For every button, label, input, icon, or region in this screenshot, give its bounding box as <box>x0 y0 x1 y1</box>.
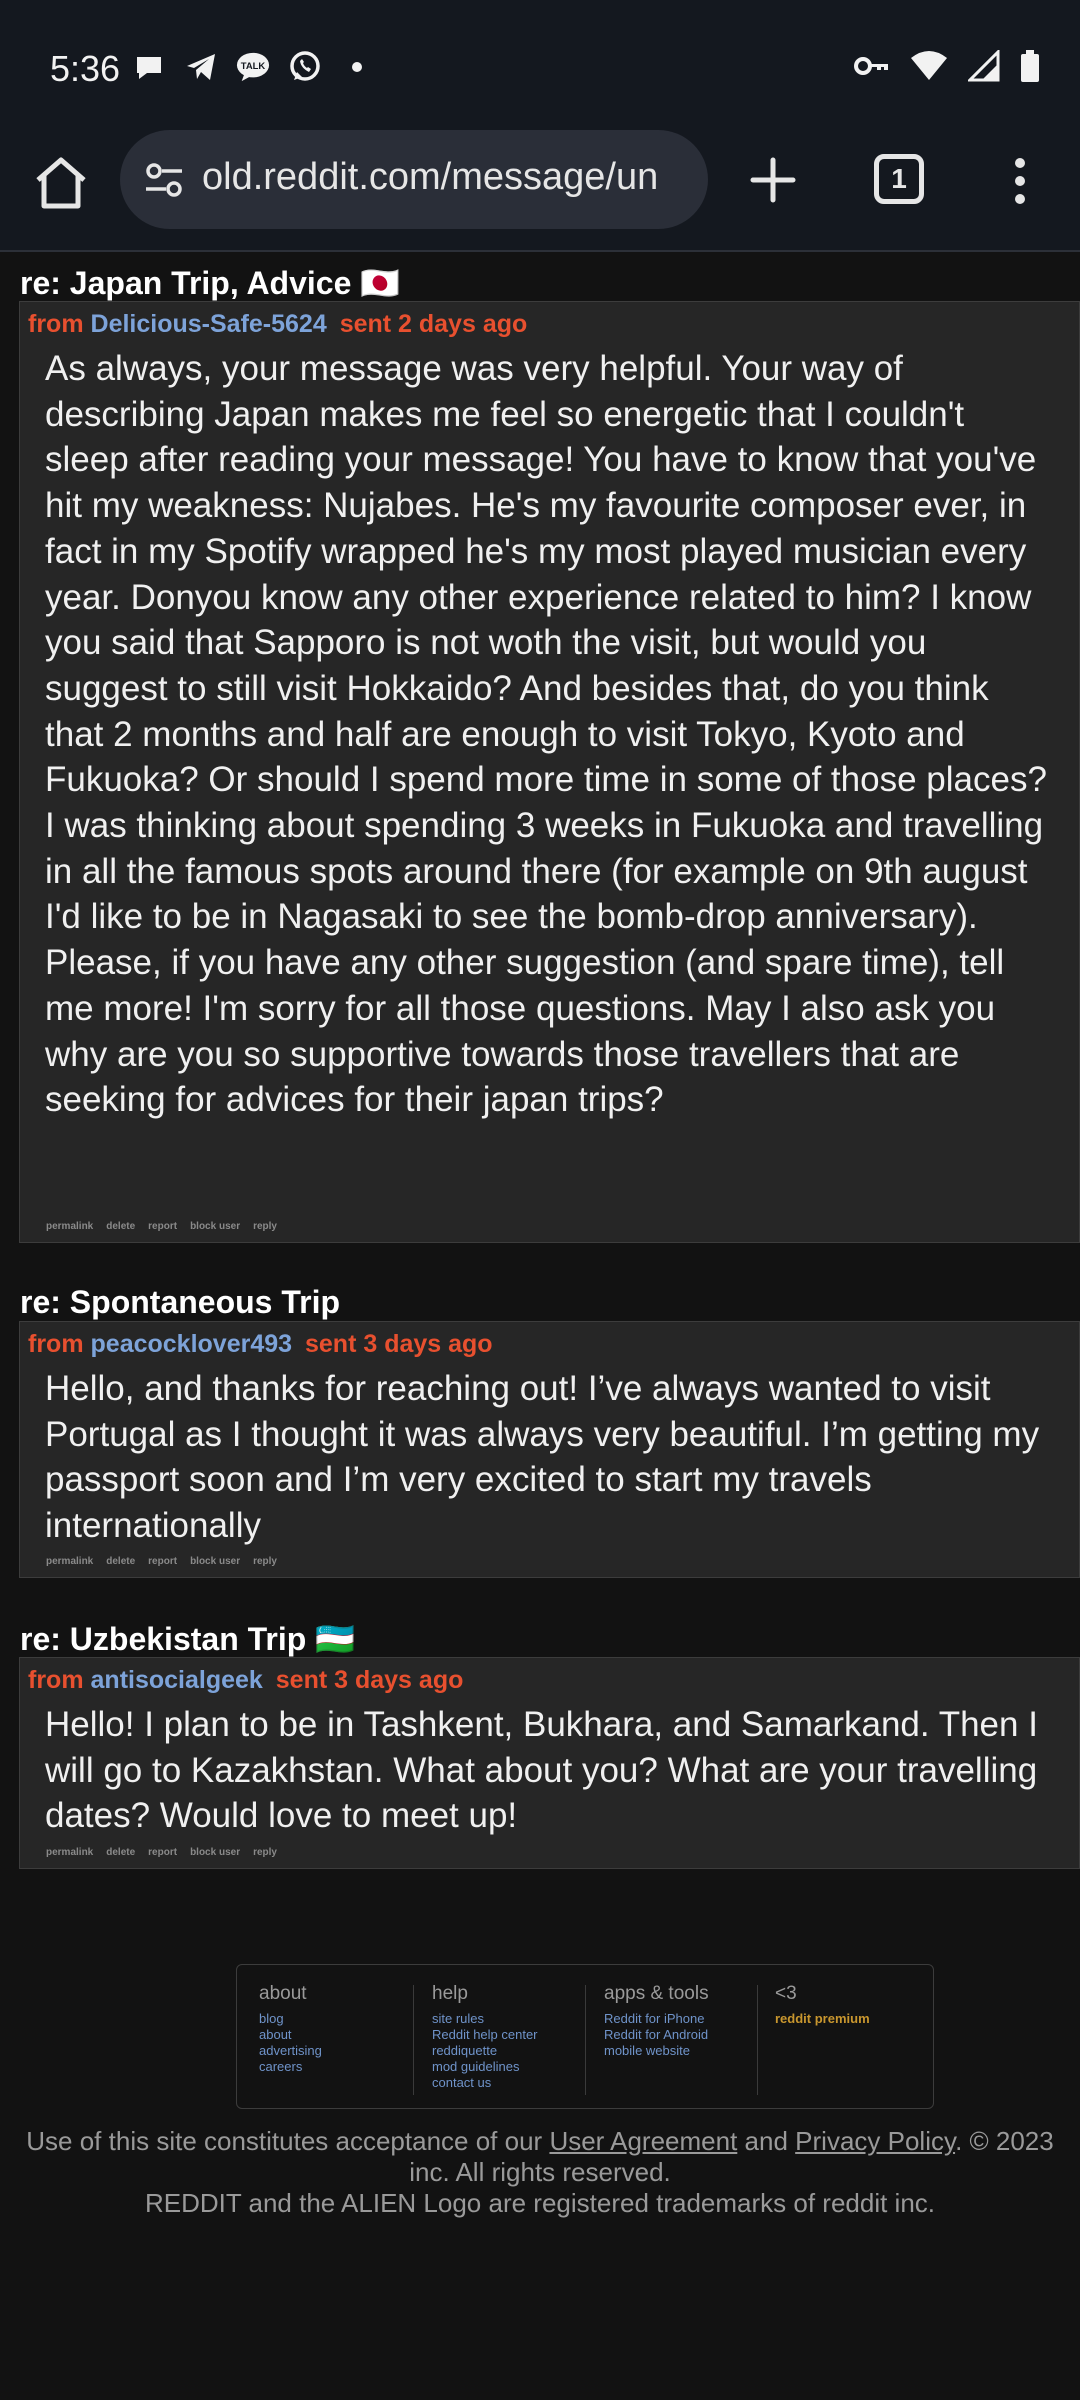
message-header: from peacocklover493 sent 3 days ago <box>28 1330 493 1359</box>
message-header: from Delicious-Safe-5624 sent 2 days ago <box>28 310 527 339</box>
more-vert-icon <box>1015 158 1025 204</box>
footer-link-mod-guidelines[interactable]: mod guidelines <box>432 2059 538 2075</box>
author-link[interactable]: peacocklover493 <box>91 1330 293 1358</box>
legal-notice: Use of this site constitutes acceptance … <box>0 2126 1080 2219</box>
reply-link[interactable]: reply <box>253 1221 277 1232</box>
from-label: from <box>28 310 84 338</box>
footer-link-android[interactable]: Reddit for Android <box>604 2027 709 2043</box>
message-header: from antisocialgeek sent 3 days ago <box>28 1666 463 1695</box>
footer-divider <box>585 1985 586 2095</box>
more-options-button[interactable] <box>1005 156 1035 206</box>
footer-col-title: about <box>259 1983 307 2004</box>
message-subject[interactable]: re: Japan Trip, Advice 🇯🇵 <box>20 264 400 302</box>
legal-line-2: inc. All rights reserved. <box>409 2157 671 2187</box>
signal-icon <box>966 48 1000 87</box>
from-label: from <box>28 1330 84 1358</box>
reply-link[interactable]: reply <box>253 1556 277 1567</box>
footer-link-contact-us[interactable]: contact us <box>432 2075 538 2091</box>
permalink-link[interactable]: permalink <box>46 1556 93 1567</box>
message-body: Hello, and thanks for reaching out! I’ve… <box>45 1369 1040 1546</box>
footer-link-help-center[interactable]: Reddit help center <box>432 2027 538 2043</box>
sent-time: sent 3 days ago <box>275 1666 464 1694</box>
battery-icon <box>1020 50 1040 87</box>
footer-link-blog[interactable]: blog <box>259 2011 322 2027</box>
message-body: As always, your message was very helpful… <box>45 349 1047 1120</box>
home-icon <box>36 157 86 209</box>
author-link[interactable]: antisocialgeek <box>91 1666 263 1694</box>
privacy-policy-link[interactable]: Privacy Policy <box>795 2126 955 2156</box>
message-body: Hello! I plan to be in Tashkent, Bukhara… <box>45 1705 1038 1836</box>
site-settings-icon[interactable] <box>144 160 184 200</box>
wifi-icon <box>910 50 948 87</box>
footer-col-about: about blog about advertising careers <box>259 1983 322 2075</box>
new-tab-button[interactable] <box>745 152 801 208</box>
legal-line-3: REDDIT and the ALIEN Logo are registered… <box>144 2188 936 2218</box>
user-agreement-link[interactable]: User Agreement <box>549 2126 737 2156</box>
report-link[interactable]: report <box>148 1847 177 1858</box>
address-bar[interactable]: old.reddit.com/message/un <box>120 130 708 229</box>
footer-link-reddiquette[interactable]: reddiquette <box>432 2043 538 2059</box>
delete-link[interactable]: delete <box>106 1556 135 1567</box>
footer-col-title: apps & tools <box>604 1983 709 2004</box>
reply-link[interactable]: reply <box>253 1847 277 1858</box>
footer-col-title: help <box>432 1983 468 2004</box>
system-icons <box>854 48 1040 87</box>
footer-links: about blog about advertising careers hel… <box>236 1964 934 2109</box>
delete-link[interactable]: delete <box>106 1847 135 1858</box>
talk-label: TALK <box>241 61 266 72</box>
vpn-key-icon <box>854 54 890 83</box>
footer-link-advertising[interactable]: advertising <box>259 2043 322 2059</box>
footer-col-title: <3 <box>775 1983 797 2004</box>
chat-bubble-icon <box>132 50 166 84</box>
footer-link-about[interactable]: about <box>259 2027 322 2043</box>
footer-col-help: help site rules Reddit help center reddi… <box>432 1983 538 2091</box>
plus-icon <box>750 157 796 203</box>
tab-switcher-button[interactable]: 1 <box>874 154 924 204</box>
footer-col-love: <3 reddit premium <box>775 1983 870 2027</box>
legal-line-1: Use of this site constitutes acceptance … <box>0 2126 1080 2157</box>
message-actions: permalink delete report block user reply <box>46 1847 277 1858</box>
permalink-link[interactable]: permalink <box>46 1847 93 1858</box>
browser-toolbar: old.reddit.com/message/un 1 <box>0 130 1080 252</box>
delete-link[interactable]: delete <box>106 1221 135 1232</box>
footer-link-reddit-premium[interactable]: reddit premium <box>775 2011 870 2027</box>
block-user-link[interactable]: block user <box>190 1221 240 1232</box>
sent-time: sent 2 days ago <box>339 310 528 338</box>
report-link[interactable]: report <box>148 1221 177 1232</box>
message-actions: permalink delete report block user reply <box>46 1556 277 1567</box>
footer-col-apps: apps & tools Reddit for iPhone Reddit fo… <box>604 1983 709 2059</box>
footer-link-site-rules[interactable]: site rules <box>432 2011 538 2027</box>
message-subject[interactable]: re: Spontaneous Trip <box>20 1284 340 1321</box>
from-label: from <box>28 1666 84 1694</box>
message-box: from peacocklover493 sent 3 days ago Hel… <box>19 1321 1080 1578</box>
footer-link-iphone[interactable]: Reddit for iPhone <box>604 2011 709 2027</box>
notification-icons: TALK <box>132 50 374 84</box>
status-bar: 5:36 TALK <box>0 0 1080 130</box>
telegram-icon <box>184 50 218 84</box>
message-actions: permalink delete report block user reply <box>46 1221 277 1232</box>
home-button[interactable] <box>30 152 92 214</box>
block-user-link[interactable]: block user <box>190 1847 240 1858</box>
message-subject[interactable]: re: Uzbekistan Trip 🇺🇿 <box>20 1620 355 1658</box>
footer-link-careers[interactable]: careers <box>259 2059 322 2075</box>
dot-icon <box>340 50 374 84</box>
footer-divider <box>413 1985 414 2095</box>
legal-and: and <box>744 2126 788 2156</box>
footer-link-mobile-website[interactable]: mobile website <box>604 2043 709 2059</box>
kakaotalk-icon: TALK <box>236 50 270 84</box>
url-text[interactable]: old.reddit.com/message/un <box>202 156 692 199</box>
permalink-link[interactable]: permalink <box>46 1221 93 1232</box>
legal-suffix: . © 2023 <box>955 2126 1054 2156</box>
author-link[interactable]: Delicious-Safe-5624 <box>91 310 327 338</box>
legal-prefix: Use of this site constitutes acceptance … <box>26 2126 543 2156</box>
message-box: from Delicious-Safe-5624 sent 2 days ago… <box>19 301 1080 1243</box>
message-box: from antisocialgeek sent 3 days ago Hell… <box>19 1657 1080 1869</box>
whatsapp-icon <box>288 50 322 84</box>
sent-time: sent 3 days ago <box>305 1330 493 1358</box>
block-user-link[interactable]: block user <box>190 1556 240 1567</box>
status-time: 5:36 <box>50 48 121 89</box>
footer-divider <box>757 1985 758 2095</box>
report-link[interactable]: report <box>148 1556 177 1567</box>
